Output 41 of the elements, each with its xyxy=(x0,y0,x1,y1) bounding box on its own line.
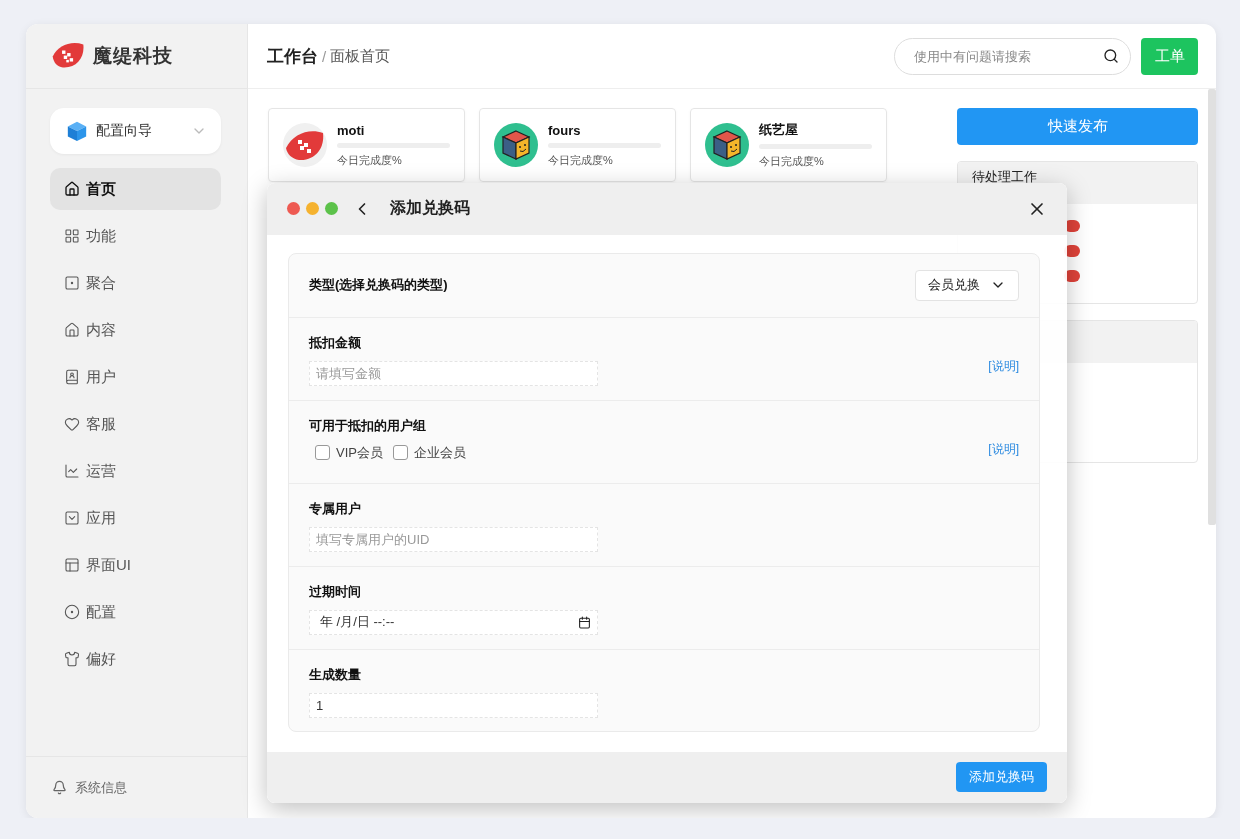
card-name: 纸艺屋 xyxy=(759,121,799,139)
sidebar-item[interactable]: 用户 xyxy=(50,356,221,398)
help-link[interactable]: [说明] xyxy=(988,358,1019,376)
input-field[interactable]: 填写专属用户的UID xyxy=(309,527,598,552)
sidebar-item[interactable]: 界面UI xyxy=(50,544,221,586)
checkbox-label: 企业会员 xyxy=(413,444,466,462)
date-field[interactable]: 年 /月/日 --:-- xyxy=(309,610,598,635)
sidebar-item[interactable]: 功能 xyxy=(50,215,221,257)
checkbox-label: VIP会员 xyxy=(336,444,383,462)
sidebar-item[interactable]: 首页 xyxy=(50,168,221,210)
card-caption: 今日完成度% xyxy=(337,152,403,168)
field-label: 可用于抵扣的用户组 xyxy=(309,417,427,435)
panel-title: 待处理工作 xyxy=(972,170,1037,184)
card-caption: 今日完成度% xyxy=(759,154,825,169)
card-caption: 今日完成度% xyxy=(548,152,614,168)
sidebar-item[interactable]: 配置 xyxy=(50,591,221,633)
sidebar-item[interactable]: 应用 xyxy=(50,497,221,539)
sidebar-item[interactable]: 内容 xyxy=(50,309,221,351)
sidebar-item[interactable]: 偏好 xyxy=(50,638,221,680)
breadcrumb-separator: / xyxy=(322,47,327,65)
dialog-title: 添加兑换码 xyxy=(390,198,471,219)
system-info-label[interactable]: 系统信息 xyxy=(75,778,127,797)
wizard-dropdown[interactable]: 配置向导 xyxy=(50,108,221,154)
type-select[interactable]: 会员兑换 xyxy=(915,270,1019,301)
field-label: 专属用户 xyxy=(309,500,362,518)
card-name: moti xyxy=(337,122,366,138)
search-field[interactable]: 使用中有问题请搜索 xyxy=(894,37,1131,75)
sidebar-item[interactable]: 客服 xyxy=(50,403,221,445)
field-label: 过期时间 xyxy=(309,583,362,601)
help-link[interactable]: [说明] xyxy=(988,441,1019,459)
input-field[interactable]: 1 xyxy=(309,693,598,718)
input-field[interactable]: 请填写金额 xyxy=(309,361,598,386)
brand-name: 魔缇科技 xyxy=(93,44,173,68)
sidebar-item[interactable]: 运营 xyxy=(50,450,221,492)
sidebar-item[interactable]: 聚合 xyxy=(50,262,221,304)
card-name: fours xyxy=(548,122,582,138)
field-label: 生成数量 xyxy=(309,666,362,684)
field-label: 类型(选择兑换码的类型) xyxy=(309,276,449,295)
field-label: 抵扣金额 xyxy=(309,334,362,352)
breadcrumb-current: 面板首页 xyxy=(330,46,392,66)
page-title: 工作台 xyxy=(267,45,318,68)
